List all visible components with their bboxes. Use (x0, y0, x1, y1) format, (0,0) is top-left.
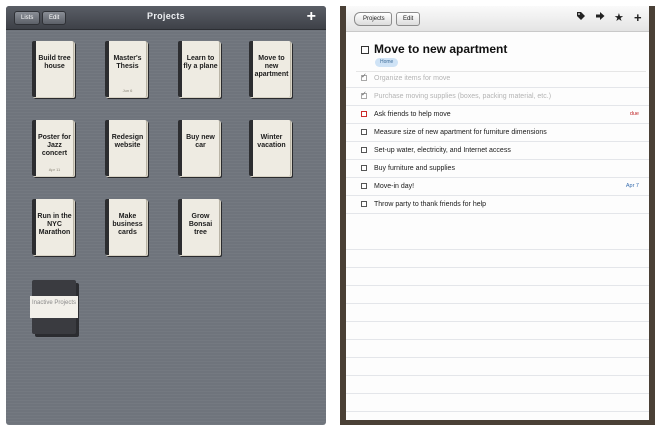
task-checkbox[interactable] (361, 90, 367, 99)
project-book-title: Buy new car (186, 134, 215, 149)
task-row[interactable]: Move-in day! Apr 7 (346, 178, 649, 196)
project-book[interactable]: Buy new car (178, 120, 222, 178)
task-checkbox[interactable] (361, 129, 367, 135)
task-meta: due (629, 111, 639, 117)
project-book-title: Redesign website (111, 134, 144, 149)
project-book[interactable]: Redesign website (105, 120, 149, 178)
notepad-page: Projects Edit ★ + Move to new apartment … (346, 6, 649, 420)
star-icon[interactable]: ★ (614, 11, 624, 25)
task-row[interactable]: Purchase moving supplies (boxes, packing… (346, 88, 649, 106)
project-book-title: Run in the NYC Marathon (37, 213, 72, 236)
add-task-button[interactable]: + (634, 11, 642, 25)
project-book-title: Make business cards (112, 213, 143, 236)
project-book-title: Winter vacation (257, 134, 286, 149)
task-checkbox[interactable] (361, 183, 367, 189)
task-text: Organize items for move (374, 75, 451, 82)
task-checkbox[interactable] (361, 72, 367, 81)
task-checkbox[interactable] (361, 201, 367, 207)
task-text: Purchase moving supplies (boxes, packing… (374, 93, 552, 100)
project-book-title: Move to new apartment (254, 55, 289, 78)
project-book[interactable]: Winter vacation (249, 120, 293, 178)
tag-icon[interactable] (576, 11, 586, 25)
task-row[interactable]: Throw party to thank friends for help (346, 196, 649, 214)
project-book-date: Apr 11 (48, 167, 61, 172)
project-book[interactable]: Run in the NYC Marathon (32, 199, 76, 257)
add-project-button[interactable]: + (307, 7, 316, 27)
task-row[interactable]: Measure size of new apartment for furnit… (346, 124, 649, 142)
project-book-title: Master's Thesis (113, 55, 142, 70)
project-book-title: Build tree house (38, 55, 71, 70)
project-book[interactable]: Learn to fly a plane (178, 41, 222, 99)
task-text: Set-up water, electricity, and Internet … (374, 147, 511, 154)
project-book[interactable]: Master's Thesis Jun 6 (105, 41, 149, 99)
task-meta: Apr 7 (625, 183, 639, 189)
projects-panel: Lists Edit Projects + Build tree house Ma… (6, 6, 326, 425)
task-row[interactable]: Buy furniture and supplies (346, 160, 649, 178)
project-checkbox[interactable] (361, 46, 369, 54)
detail-nav-bar: Projects Edit ★ + (346, 6, 649, 32)
project-book[interactable]: Build tree house (32, 41, 76, 99)
task-text: Throw party to thank friends for help (374, 201, 487, 208)
task-text: Move-in day! (374, 183, 415, 190)
task-row[interactable]: Organize items for move (346, 70, 649, 88)
task-checkbox[interactable] (361, 147, 367, 153)
task-text: Measure size of new apartment for furnit… (374, 129, 547, 136)
inactive-projects-button[interactable]: Inactive Projects (30, 280, 80, 338)
project-book[interactable]: Grow Bonsai tree (178, 199, 222, 257)
project-book-title: Poster for Jazz concert (37, 134, 72, 157)
arrow-right-icon[interactable] (595, 11, 605, 25)
project-tag-badge[interactable]: Home (375, 58, 399, 67)
project-book-title: Grow Bonsai tree (188, 213, 213, 236)
back-to-projects-button[interactable]: Projects (354, 12, 392, 26)
project-book[interactable]: Move to new apartment (249, 41, 293, 99)
project-detail-panel: Projects Edit ★ + Move to new apartment … (340, 6, 655, 425)
edit-project-button[interactable]: Edit (396, 12, 421, 26)
task-text: Buy furniture and supplies (374, 165, 455, 172)
projects-nav-bar: Lists Edit Projects + (6, 6, 326, 30)
task-checkbox[interactable] (361, 165, 367, 171)
task-checkbox[interactable] (361, 111, 367, 117)
project-title: Move to new apartment (374, 42, 508, 56)
task-row[interactable]: Set-up water, electricity, and Internet … (346, 142, 649, 160)
page-title: Projects (147, 11, 185, 21)
project-book[interactable]: Make business cards (105, 199, 149, 257)
project-book-title: Learn to fly a plane (183, 55, 218, 70)
project-book[interactable]: Poster for Jazz concert Apr 11 (32, 120, 76, 178)
project-book-date: Jun 6 (122, 88, 133, 93)
task-text: Ask friends to help move (374, 111, 451, 118)
inactive-projects-label: Inactive Projects (30, 296, 78, 318)
task-row[interactable]: Ask friends to help move due (346, 106, 649, 124)
